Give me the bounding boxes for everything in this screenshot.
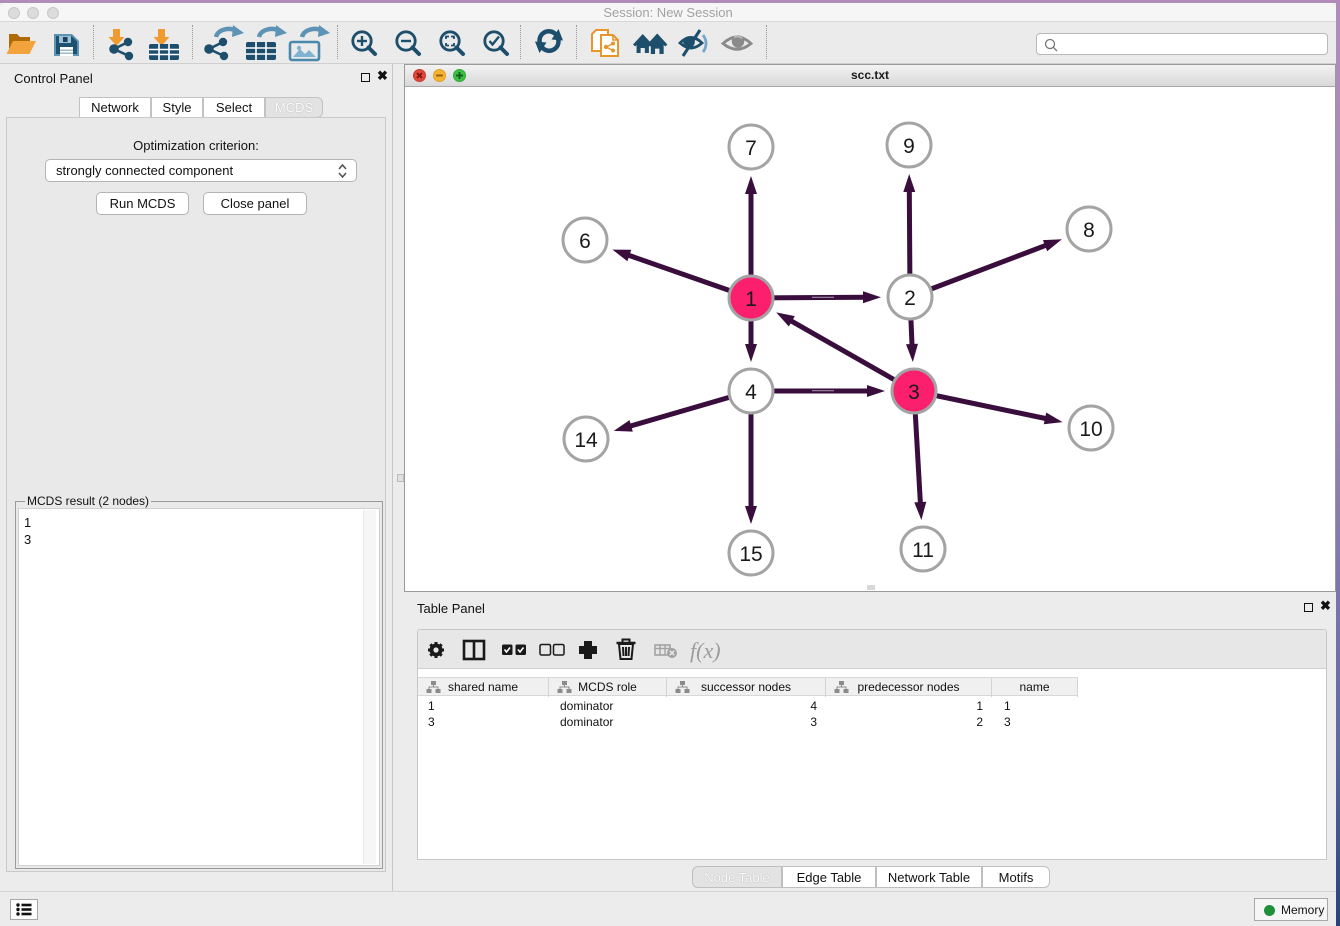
svg-text:4: 4 [745,381,757,404]
svg-text:8: 8 [1083,219,1095,242]
svg-text:2: 2 [904,287,916,310]
svg-text:1: 1 [745,288,757,311]
svg-text:10: 10 [1079,418,1102,441]
svg-text:6: 6 [579,230,591,253]
svg-text:14: 14 [574,429,598,452]
svg-text:3: 3 [908,381,920,404]
svg-text:15: 15 [739,543,762,566]
svg-text:11: 11 [912,539,934,562]
svg-text:f(x): f(x) [690,638,721,663]
svg-text:9: 9 [903,135,915,158]
svg-text:7: 7 [745,137,757,160]
